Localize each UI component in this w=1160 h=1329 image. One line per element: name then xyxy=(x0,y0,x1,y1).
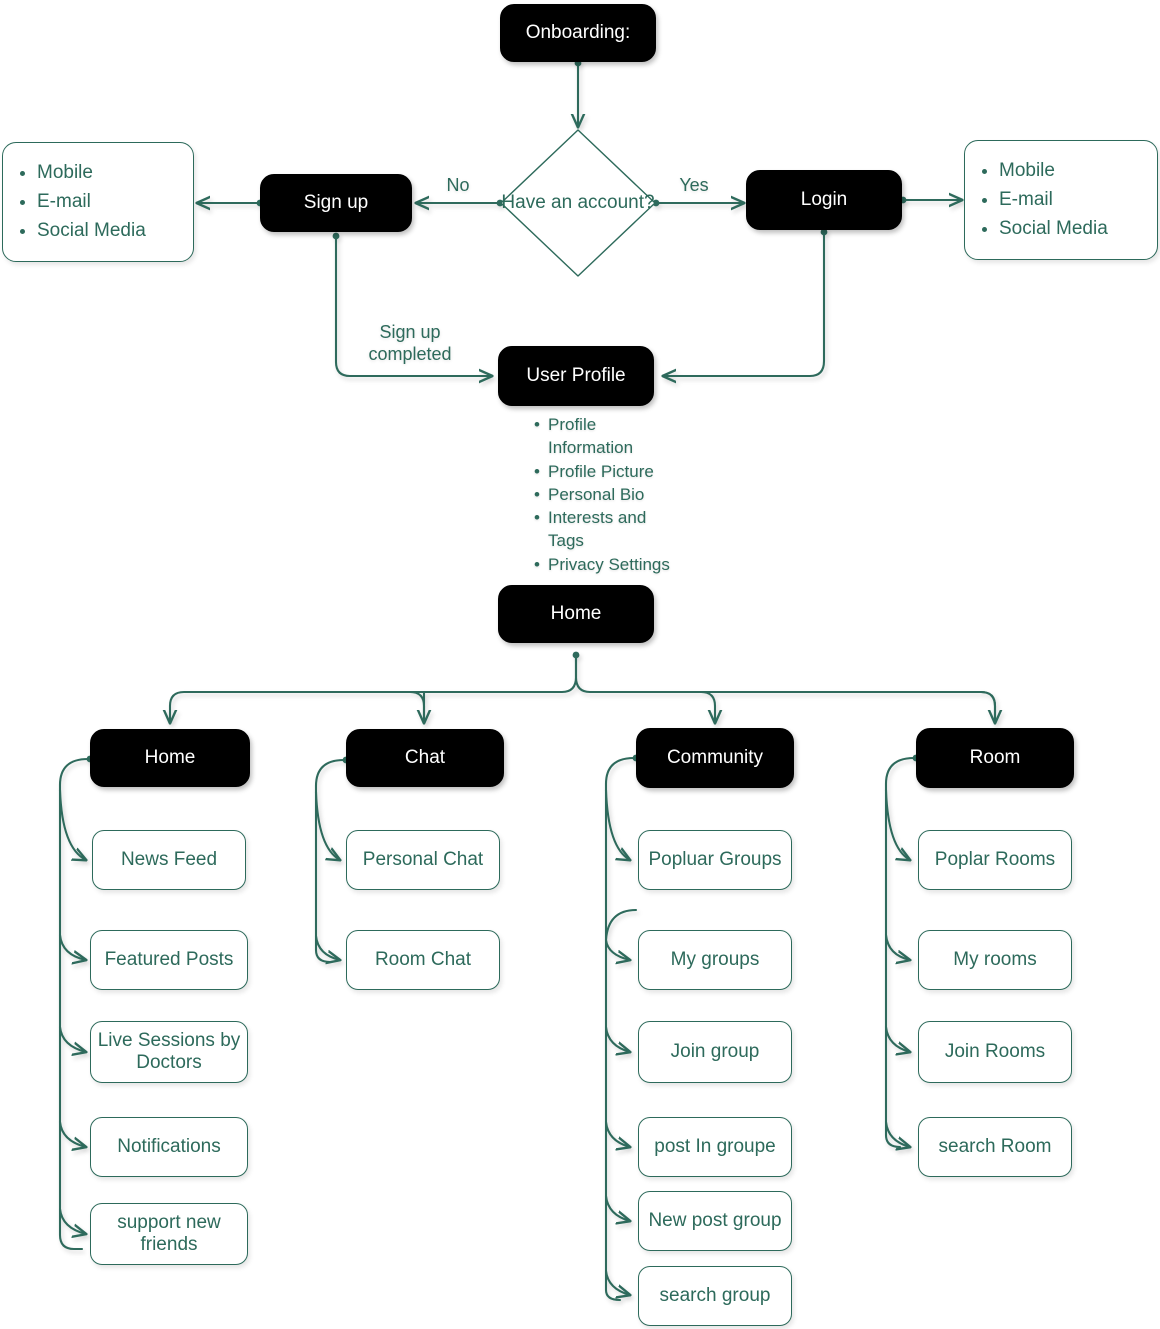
leaf-label: My groups xyxy=(670,948,760,970)
leaf-label: Featured Posts xyxy=(104,948,234,970)
node-home-root-label: Home xyxy=(550,602,602,624)
list-item: E-mail xyxy=(37,190,146,214)
leaf-post-in-groupe[interactable]: post In groupe xyxy=(638,1117,792,1177)
leaf-label: My rooms xyxy=(953,948,1037,970)
leaf-poplar-rooms[interactable]: Poplar Rooms xyxy=(918,830,1072,890)
leaf-label: News Feed xyxy=(120,848,218,870)
node-home-root[interactable]: Home xyxy=(498,585,654,643)
node-branch-chat[interactable]: Chat xyxy=(346,729,504,787)
leaf-new-post-group[interactable]: New post group xyxy=(638,1191,792,1251)
flowchart-canvas: Onboarding: Have an account? Sign up Log… xyxy=(0,0,1160,1329)
leaf-label: Notifications xyxy=(117,1135,221,1157)
leaf-label: search group xyxy=(659,1284,771,1306)
node-branch-home-label: Home xyxy=(144,746,196,768)
node-branch-room[interactable]: Room xyxy=(916,728,1074,788)
leaf-label: search Room xyxy=(938,1135,1052,1157)
leaf-label: Join Rooms xyxy=(944,1040,1046,1062)
leaf-my-rooms[interactable]: My rooms xyxy=(918,930,1072,990)
login-methods-box: Mobile E-mail Social Media xyxy=(964,140,1158,260)
list-item: Interests and Tags xyxy=(534,506,676,553)
node-user-profile[interactable]: User Profile xyxy=(498,346,654,406)
leaf-label: post In groupe xyxy=(654,1135,776,1157)
list-item: Personal Bio xyxy=(534,483,676,507)
node-branch-community[interactable]: Community xyxy=(636,728,794,788)
node-user-profile-label: User Profile xyxy=(526,364,626,386)
leaf-featured-posts[interactable]: Featured Posts xyxy=(90,930,248,990)
node-sign-up-label: Sign up xyxy=(303,191,369,213)
leaf-support-new-friends[interactable]: support new friends xyxy=(90,1203,248,1265)
list-item: Mobile xyxy=(999,159,1108,183)
decision-have-an-account[interactable]: Have an account? xyxy=(498,127,658,279)
leaf-personal-chat[interactable]: Personal Chat xyxy=(346,830,500,890)
leaf-notifications[interactable]: Notifications xyxy=(90,1117,248,1177)
login-methods-list: Mobile E-mail Social Media xyxy=(965,154,1108,245)
node-onboarding[interactable]: Onboarding: xyxy=(500,4,656,62)
list-item: Social Media xyxy=(37,219,146,243)
list-item: Profile Information xyxy=(534,413,676,460)
leaf-label: Personal Chat xyxy=(362,848,484,870)
node-branch-community-label: Community xyxy=(666,746,764,768)
user-profile-feature-list: Profile Information Profile Picture Pers… xyxy=(516,413,676,576)
list-item: Mobile xyxy=(37,161,146,185)
list-item: Profile Picture xyxy=(534,460,676,484)
list-item: E-mail xyxy=(999,188,1108,212)
node-login-label: Login xyxy=(800,188,848,210)
leaf-my-groups[interactable]: My groups xyxy=(638,930,792,990)
node-branch-chat-label: Chat xyxy=(404,746,446,768)
leaf-label: New post group xyxy=(648,1209,782,1231)
leaf-label: support new friends xyxy=(117,1211,221,1255)
leaf-popluar-groups[interactable]: Popluar Groups xyxy=(638,830,792,890)
list-item: Privacy Settings xyxy=(534,553,676,577)
decision-label: Have an account? xyxy=(501,191,655,213)
signup-methods-box: Mobile E-mail Social Media xyxy=(2,142,194,262)
node-onboarding-label: Onboarding: xyxy=(525,21,631,43)
node-branch-room-label: Room xyxy=(969,746,1021,768)
list-item: Social Media xyxy=(999,217,1108,241)
leaf-search-group[interactable]: search group xyxy=(638,1266,792,1326)
edge-label-no: No xyxy=(446,175,470,195)
leaf-label: Popluar Groups xyxy=(648,848,782,870)
leaf-join-rooms[interactable]: Join Rooms xyxy=(918,1021,1072,1083)
leaf-news-feed[interactable]: News Feed xyxy=(92,830,246,890)
leaf-live-sessions-by-doctors[interactable]: Live Sessions by Doctors xyxy=(90,1021,248,1083)
leaf-room-chat[interactable]: Room Chat xyxy=(346,930,500,990)
edge-label-signup-completed: Sign up completed xyxy=(368,322,452,364)
node-login[interactable]: Login xyxy=(746,170,902,230)
user-profile-feature-items: Profile Information Profile Picture Pers… xyxy=(516,413,676,576)
leaf-label: Poplar Rooms xyxy=(934,848,1056,870)
node-branch-home[interactable]: Home xyxy=(90,729,250,787)
node-sign-up[interactable]: Sign up xyxy=(260,174,412,232)
leaf-label: Room Chat xyxy=(374,948,472,970)
leaf-join-group[interactable]: Join group xyxy=(638,1021,792,1083)
leaf-label: Live Sessions by Doctors xyxy=(97,1029,241,1073)
leaf-label: Join group xyxy=(670,1040,760,1062)
leaf-search-room[interactable]: search Room xyxy=(918,1117,1072,1177)
signup-methods-list: Mobile E-mail Social Media xyxy=(3,156,146,247)
edge-label-yes: Yes xyxy=(679,175,709,195)
